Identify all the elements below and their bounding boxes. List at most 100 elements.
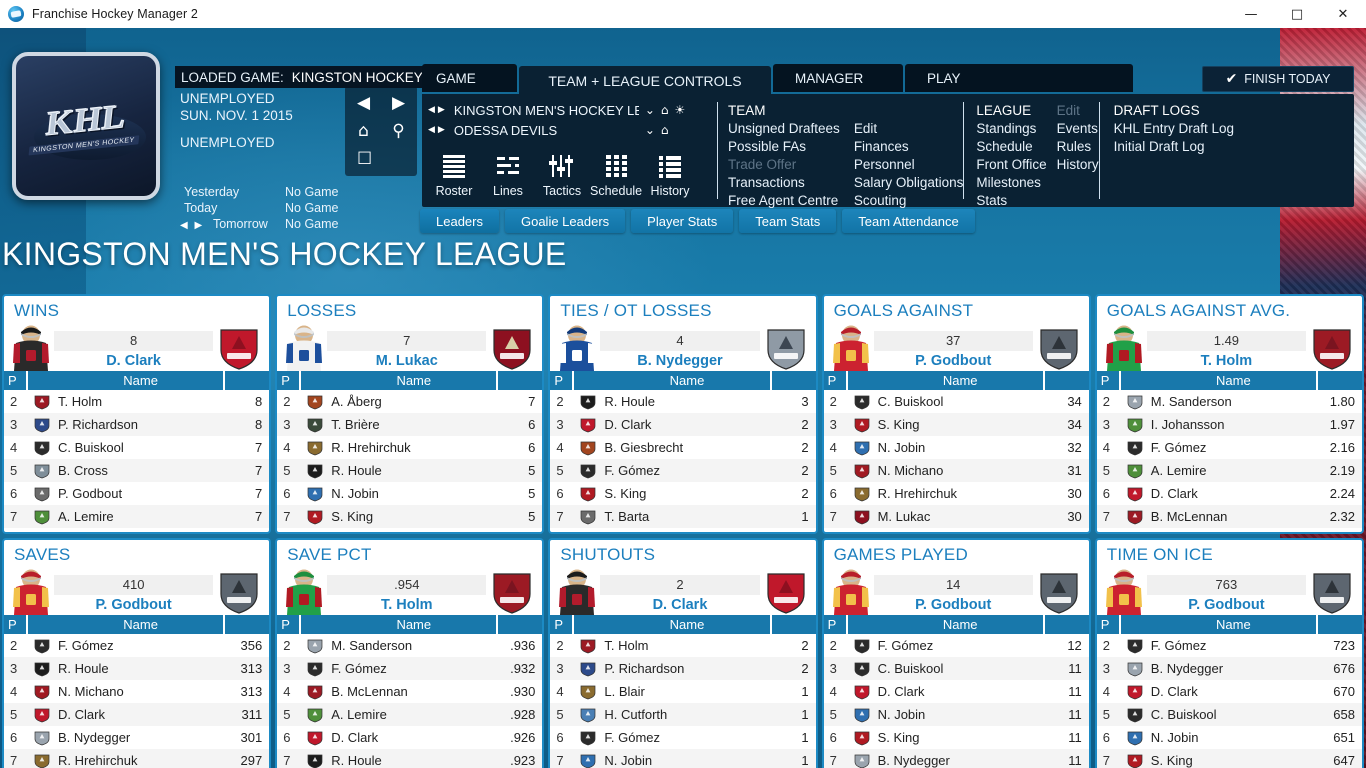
table-row[interactable]: 4 D. Clark 11 bbox=[823, 680, 1089, 703]
table-row[interactable]: 3 S. King 34 bbox=[823, 413, 1089, 436]
table-row[interactable]: 3 I. Johansson 1.97 bbox=[1096, 413, 1362, 436]
card-leader-row[interactable]: 1.49 T. Holm bbox=[1097, 323, 1362, 371]
menu-item-finances[interactable]: Finances bbox=[854, 138, 964, 156]
league-prev-icon[interactable]: ◀▶ bbox=[428, 105, 448, 115]
table-row[interactable]: 7 A. Lemire 7 bbox=[4, 505, 270, 528]
table-row[interactable]: 5 D. Clark 311 bbox=[4, 703, 270, 726]
sub-tab-team-stats[interactable]: Team Stats bbox=[739, 209, 837, 233]
table-row[interactable]: 6 S. King 2 bbox=[550, 482, 816, 505]
inbox-icon[interactable]: ☐ bbox=[347, 146, 415, 172]
table-row[interactable]: 3 F. Gómez .932 bbox=[277, 657, 543, 680]
table-row[interactable]: 5 A. Lemire .928 bbox=[277, 703, 543, 726]
table-row[interactable]: 4 N. Michano 313 bbox=[4, 680, 270, 703]
tab-game[interactable]: GAME bbox=[422, 64, 517, 92]
sub-tab-leaders[interactable]: Leaders bbox=[420, 209, 499, 233]
table-row[interactable]: 7 M. Lukac 30 bbox=[823, 505, 1089, 528]
table-row[interactable]: 7 B. Nydegger 11 bbox=[823, 749, 1089, 768]
team-prev-icon[interactable]: ◀▶ bbox=[428, 125, 448, 135]
menu-item-milestones[interactable]: Milestones bbox=[976, 174, 1046, 192]
table-row[interactable]: 4 C. Buiskool 7 bbox=[4, 436, 270, 459]
table-row[interactable]: 3 D. Clark 2 bbox=[550, 413, 816, 436]
menu-item-edit[interactable]: Edit bbox=[854, 120, 964, 138]
table-row[interactable]: 2 F. Gómez 12 bbox=[823, 634, 1089, 657]
table-row[interactable]: 2 R. Houle 3 bbox=[550, 390, 816, 413]
card-leader-row[interactable]: 4 B. Nydegger bbox=[550, 323, 815, 371]
table-row[interactable]: 2 T. Holm 8 bbox=[4, 390, 270, 413]
table-row[interactable]: 2 T. Holm 2 bbox=[550, 634, 816, 657]
table-row[interactable]: 6 R. Hrehirchuk 30 bbox=[823, 482, 1089, 505]
card-leader-row[interactable]: 8 D. Clark bbox=[4, 323, 269, 371]
table-row[interactable]: 7 R. Houle .923 bbox=[277, 749, 543, 768]
minimize-button[interactable]: — bbox=[1228, 0, 1274, 28]
table-row[interactable]: 5 N. Michano 31 bbox=[823, 459, 1089, 482]
menu-item-initial-draft-log[interactable]: Initial Draft Log bbox=[1114, 138, 1234, 156]
card-leader-row[interactable]: 14 P. Godbout bbox=[824, 567, 1089, 615]
menu-item-events[interactable]: Events bbox=[1057, 120, 1099, 138]
table-row[interactable]: 5 H. Cutforth 1 bbox=[550, 703, 816, 726]
card-leader-row[interactable]: 7 M. Lukac bbox=[277, 323, 542, 371]
table-row[interactable]: 6 D. Clark 2.24 bbox=[1096, 482, 1362, 505]
table-row[interactable]: 2 M. Sanderson 1.80 bbox=[1096, 390, 1362, 413]
table-row[interactable]: 3 P. Richardson 2 bbox=[550, 657, 816, 680]
table-row[interactable]: 2 A. Åberg 7 bbox=[277, 390, 543, 413]
table-row[interactable]: 6 S. King 11 bbox=[823, 726, 1089, 749]
table-row[interactable]: 5 N. Jobin 11 bbox=[823, 703, 1089, 726]
table-row[interactable]: 3 R. Houle 313 bbox=[4, 657, 270, 680]
menu-item-unsigned-draftees[interactable]: Unsigned Draftees bbox=[728, 120, 840, 138]
menu-item-scouting[interactable]: Scouting bbox=[854, 192, 964, 210]
sub-tab-player-stats[interactable]: Player Stats bbox=[631, 209, 734, 233]
tab-play[interactable]: PLAY bbox=[905, 64, 1133, 92]
home-icon[interactable]: ⌂ bbox=[661, 123, 669, 137]
table-row[interactable]: 4 D. Clark 670 bbox=[1096, 680, 1362, 703]
home-icon[interactable]: ⌂ bbox=[347, 118, 380, 144]
control-button-history[interactable]: History bbox=[644, 148, 696, 198]
menu-item-transactions[interactable]: Transactions bbox=[728, 174, 840, 192]
table-row[interactable]: 5 A. Lemire 2.19 bbox=[1096, 459, 1362, 482]
menu-item-schedule[interactable]: Schedule bbox=[976, 138, 1046, 156]
back-icon[interactable]: ◀ bbox=[347, 90, 380, 116]
sub-tab-team-attendance[interactable]: Team Attendance bbox=[842, 209, 975, 233]
card-leader-row[interactable]: 763 P. Godbout bbox=[1097, 567, 1362, 615]
table-row[interactable]: 2 C. Buiskool 34 bbox=[823, 390, 1089, 413]
table-row[interactable]: 2 F. Gómez 723 bbox=[1096, 634, 1362, 657]
table-row[interactable]: 5 R. Houle 5 bbox=[277, 459, 543, 482]
menu-item-stats[interactable]: Stats bbox=[976, 192, 1046, 210]
table-row[interactable]: 4 N. Jobin 32 bbox=[823, 436, 1089, 459]
table-row[interactable]: 5 C. Buiskool 658 bbox=[1096, 703, 1362, 726]
finish-today-button[interactable]: ✔ FINISH TODAY bbox=[1202, 66, 1354, 92]
search-icon[interactable]: ⚲ bbox=[382, 118, 415, 144]
team-selector-row[interactable]: ◀▶ ODESSA DEVILS ⌄ ⌂ bbox=[428, 120, 717, 140]
table-row[interactable]: 4 B. Giesbrecht 2 bbox=[550, 436, 816, 459]
menu-item-khl-entry-draft-log[interactable]: KHL Entry Draft Log bbox=[1114, 120, 1234, 138]
chevrons-down-icon[interactable]: ⌄ bbox=[645, 103, 655, 117]
table-row[interactable]: 6 N. Jobin 651 bbox=[1096, 726, 1362, 749]
card-leader-row[interactable]: 2 D. Clark bbox=[550, 567, 815, 615]
table-row[interactable]: 3 C. Buiskool 11 bbox=[823, 657, 1089, 680]
card-leader-row[interactable]: .954 T. Holm bbox=[277, 567, 542, 615]
table-row[interactable]: 5 F. Gómez 2 bbox=[550, 459, 816, 482]
sub-tab-goalie-leaders[interactable]: Goalie Leaders bbox=[504, 209, 626, 233]
menu-item-personnel[interactable]: Personnel bbox=[854, 156, 964, 174]
menu-item-history[interactable]: History bbox=[1057, 156, 1099, 174]
table-row[interactable]: 2 F. Gómez 356 bbox=[4, 634, 270, 657]
maximize-button[interactable]: □ bbox=[1274, 0, 1320, 28]
table-row[interactable]: 6 B. Nydegger 301 bbox=[4, 726, 270, 749]
menu-item-rules[interactable]: Rules bbox=[1057, 138, 1099, 156]
table-row[interactable]: 7 T. Barta 1 bbox=[550, 505, 816, 528]
card-leader-row[interactable]: 37 P. Godbout bbox=[824, 323, 1089, 371]
menu-item-standings[interactable]: Standings bbox=[976, 120, 1046, 138]
menu-item-front-office[interactable]: Front Office bbox=[976, 156, 1046, 174]
card-leader-row[interactable]: 410 P. Godbout bbox=[4, 567, 269, 615]
table-row[interactable]: 3 P. Richardson 8 bbox=[4, 413, 270, 436]
tab-manager[interactable]: MANAGER bbox=[773, 64, 903, 92]
table-row[interactable]: 3 T. Brière 6 bbox=[277, 413, 543, 436]
menu-item-possible-fas[interactable]: Possible FAs bbox=[728, 138, 840, 156]
table-row[interactable]: 7 N. Jobin 1 bbox=[550, 749, 816, 768]
table-row[interactable]: 4 B. McLennan .930 bbox=[277, 680, 543, 703]
home-icon[interactable]: ⌂ bbox=[661, 103, 669, 117]
control-button-lines[interactable]: Lines bbox=[482, 148, 534, 198]
table-row[interactable]: 7 S. King 5 bbox=[277, 505, 543, 528]
table-row[interactable]: 6 F. Gómez 1 bbox=[550, 726, 816, 749]
table-row[interactable]: 5 B. Cross 7 bbox=[4, 459, 270, 482]
league-selector-row[interactable]: ◀▶ KINGSTON MEN'S HOCKEY LEA ⌄ ⌂ ☀ bbox=[428, 100, 717, 120]
